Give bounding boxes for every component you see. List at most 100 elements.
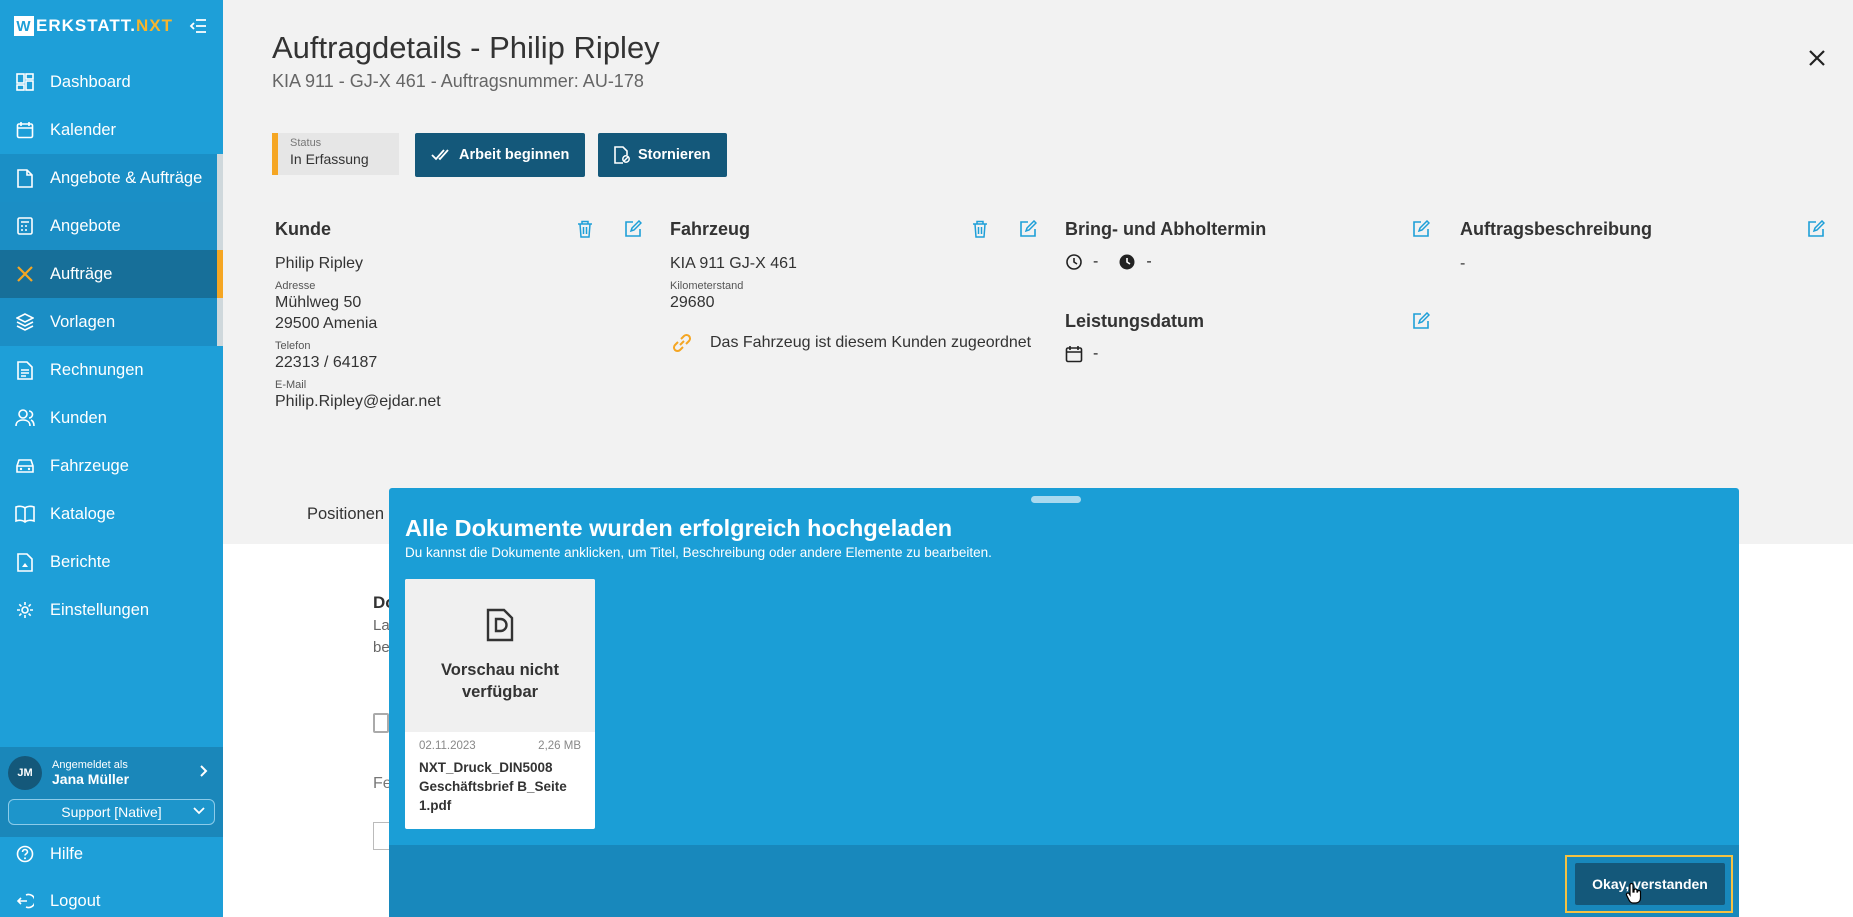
sidebar-item-label: Aufträge [50,264,113,283]
preview-unavailable-text: Vorschau nicht verfügbar [441,661,559,701]
vehicle-name: KIA 911 GJ-X 461 [670,255,797,272]
sidebar-item-label: Kataloge [50,504,116,523]
email-label: E-Mail [275,379,307,391]
sidebar-item-kataloge[interactable]: Kataloge [0,490,223,538]
help-icon [14,843,36,865]
status-badge: Status In Erfassung [272,133,399,175]
sidebar-item-label: Rechnungen [50,360,144,379]
sidebar-item-angebote-auftraege[interactable]: Angebote & Aufträge [0,154,223,202]
appointment-times: - - [1065,253,1445,271]
vehicle-actions [970,219,1038,239]
collapse-menu-icon[interactable] [187,15,209,37]
pdf-file-icon [485,608,515,647]
customer-city: 29500 Amenia [275,315,378,332]
edit-icon[interactable] [1806,219,1826,239]
sidebar-item-angebote[interactable]: Angebote [0,202,223,250]
role-select-value: Support [Native] [61,804,162,820]
user-info: Angemeldet als Jana Müller [52,759,129,787]
sidebar-item-dashboard[interactable]: Dashboard [0,58,223,106]
logo-accent: NXT [135,16,173,35]
drag-handle[interactable] [1031,496,1081,503]
logo-row: W ERKSTATT. NXT [0,0,223,52]
page-subtitle: KIA 911 - GJ-X 461 - Auftragsnummer: AU-… [272,71,644,91]
vehicle-card: Fahrzeug KIA 911 GJ-X 461 Kilometerstand… [670,215,1050,355]
customer-card: Kunde Philip Ripley Adresse Mühlweg 50 2… [275,215,655,412]
document-cancel-icon [614,146,630,164]
close-icon[interactable] [1807,48,1831,72]
trash-icon[interactable] [575,219,595,239]
calendar-icon [14,119,36,141]
upload-success-modal: Alle Dokumente wurden erfolgreich hochge… [389,488,1739,917]
sidebar-item-fahrzeuge[interactable]: Fahrzeuge [0,442,223,490]
description-heading: Auftragsbeschreibung [1460,218,1653,239]
section-text-line-1: La [373,617,390,634]
document-size: 2,26 MB [538,740,581,752]
avatar: JM [8,756,42,790]
user-profile-row[interactable]: JM Angemeldet als Jana Müller [8,753,215,793]
sidebar-item-kalender[interactable]: Kalender [0,106,223,154]
km-label: Kilometerstand [670,280,744,292]
phone-label: Telefon [275,340,311,352]
start-work-button[interactable]: Arbeit beginnen [415,133,586,177]
sidebar-item-label: Dashboard [50,72,131,91]
book-icon [14,503,36,525]
sidebar-item-label: Hilfe [50,844,84,863]
bring-time: - [1093,253,1099,270]
calculator-icon [14,215,36,237]
sidebar-item-label: Berichte [50,552,111,571]
sidebar-item-kunden[interactable]: Kunden [0,394,223,442]
service-date-value: - [1093,345,1099,362]
cancel-order-button[interactable]: Stornieren [598,133,727,177]
vehicle-km: 29680 [670,294,715,311]
vehicle-link-text: Das Fahrzeug ist diesem Kunden zugeordne… [710,334,1032,351]
sidebar-item-einstellungen[interactable]: Einstellungen [0,586,223,634]
double-check-icon [431,148,451,162]
clock-icon [1065,253,1083,271]
sidebar-item-label: Logout [50,891,101,910]
okay-button[interactable]: Okay, verstanden [1575,863,1725,905]
sidebar-item-vorlagen[interactable]: Vorlagen [0,298,223,346]
appointment-heading: Bring- und Abholtermin [1065,218,1267,239]
tab-positionen[interactable]: Positionen [307,505,384,524]
trash-icon[interactable] [970,219,990,239]
edit-icon[interactable] [1411,219,1431,239]
start-work-label: Arbeit beginnen [459,147,570,163]
app-logo[interactable]: W ERKSTATT. NXT [14,16,173,36]
chevron-right-icon [199,764,209,783]
user-panel: JM Angemeldet als Jana Müller Support [N… [0,747,223,837]
address-label: Adresse [275,280,316,292]
tools-icon [14,263,36,285]
appointment-actions [1411,219,1431,239]
sidebar-item-label: Kalender [50,120,117,139]
checkbox[interactable] [373,713,389,733]
report-icon [14,551,36,573]
service-date-heading: Leistungsdatum [1065,307,1445,335]
sidebar-item-hilfe[interactable]: Hilfe [0,830,223,878]
edit-icon[interactable] [623,219,643,239]
edit-icon[interactable] [1018,219,1038,239]
sidebar-item-label: Vorlagen [50,312,116,331]
role-select[interactable]: Support [Native] [8,799,215,825]
dashboard-icon [14,71,36,93]
description-card: Auftragsbeschreibung - [1460,215,1840,274]
sidebar-item-auftraege[interactable]: Aufträge [0,250,223,298]
sidebar-item-label: Angebote [50,216,121,235]
document-date: 02.11.2023 [419,740,476,752]
appointment-card: Bring- und Abholtermin - - Leistungsdatu… [1065,215,1445,363]
logo-text: ERKSTATT. [36,16,136,35]
document-name: NXT_Druck_DIN5008 Geschäftsbrief B_Seite… [419,760,567,813]
sidebar-item-logout[interactable]: Logout [0,877,223,917]
customer-email: Philip.Ripley@ejdar.net [275,393,441,410]
service-date-row: - [1065,345,1445,363]
service-date-heading-text: Leistungsdatum [1065,310,1205,331]
description-actions [1806,219,1826,239]
sidebar-item-berichte[interactable]: Berichte [0,538,223,586]
edit-icon[interactable] [1411,311,1431,331]
sidebar: W ERKSTATT. NXT Dashboard Kalender Angebo… [0,0,223,917]
cancel-order-label: Stornieren [638,147,711,163]
document-card[interactable]: Vorschau nicht verfügbar 02.11.2023 2,26… [405,579,595,829]
modal-footer: Okay, verstanden [389,845,1739,917]
customer-phone: 22313 / 64187 [275,354,378,371]
sidebar-item-rechnungen[interactable]: Rechnungen [0,346,223,394]
main-content: Auftragdetails - Philip Ripley KIA 911 -… [223,0,1853,917]
